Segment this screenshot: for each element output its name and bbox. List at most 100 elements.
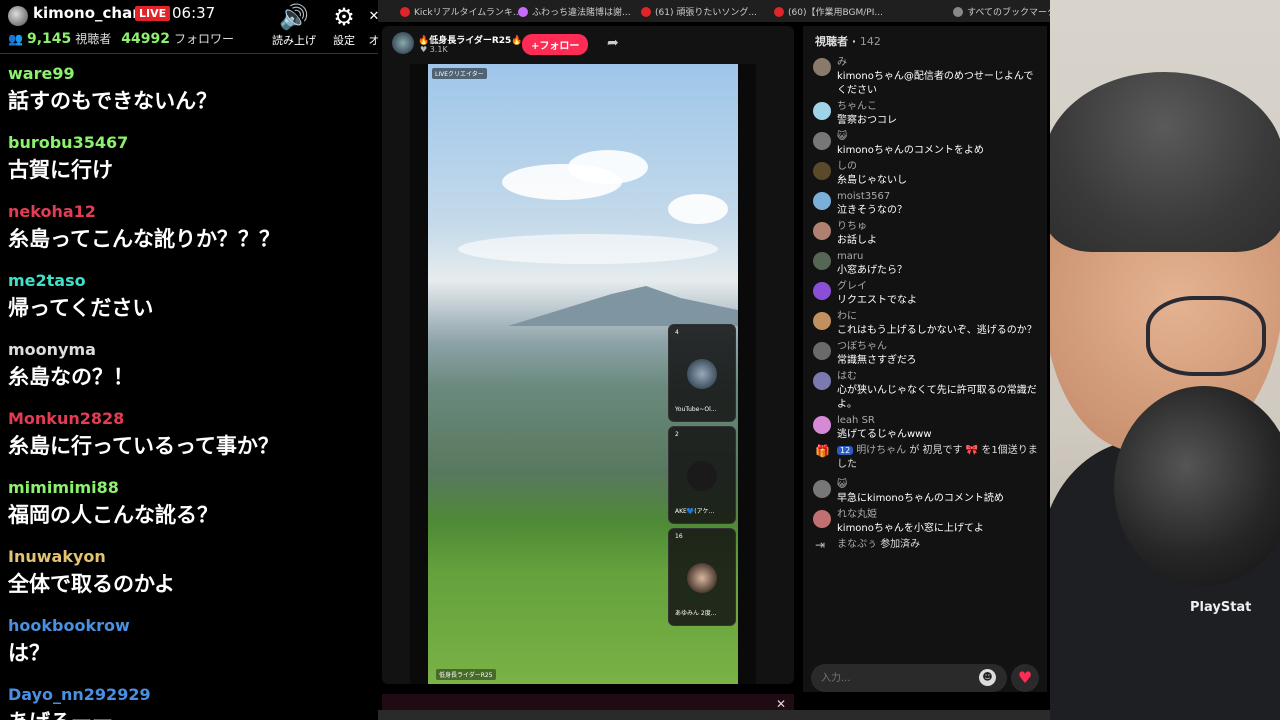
viewer-avatar[interactable] <box>813 58 831 76</box>
viewer-name[interactable]: moist3567 <box>837 190 1043 204</box>
guest-avatar <box>687 461 717 491</box>
followers-count: 44992 <box>121 30 170 47</box>
bookmark-item[interactable]: (61) 頑張りたいソング... <box>641 5 757 18</box>
viewer-avatar[interactable] <box>813 162 831 180</box>
guest-card[interactable]: 2 AKE💙(アケ... <box>668 426 736 524</box>
read-aloud-button[interactable]: 🔊 読み上げ <box>268 2 320 48</box>
viewer-comment: わに これはもう上げるしかないぞ、逃げるのか？ <box>811 310 1043 338</box>
guest-count: 4 <box>675 329 679 336</box>
guest-avatar <box>687 563 717 593</box>
viewer-comment-text: 泣きそうなの？ <box>837 205 907 216</box>
chat-message: nekoha12 糸島ってこんな訛りか？？？ <box>0 200 378 269</box>
gear-icon: ⚙ <box>333 3 355 31</box>
bookmark-item[interactable]: (60)【作業用BGM/PI... <box>774 5 883 18</box>
viewers-label: 視聴者 <box>75 32 112 46</box>
viewer-comment: ちゃんこ 警察おつコレ <box>811 100 1043 128</box>
viewer-name[interactable]: グレイ <box>837 280 1043 294</box>
cloud-2 <box>568 150 648 184</box>
comment-input[interactable] <box>811 664 1007 692</box>
follow-button[interactable]: +フォロー <box>522 34 589 55</box>
viewer-avatar[interactable] <box>813 312 831 330</box>
live-video[interactable]: LIVEクリエイター 低身長ライダーR25 4 YouTube~Ol... 2 … <box>410 64 756 684</box>
chat-message: Dayo_nn292929 あげろーー <box>0 683 378 720</box>
streamer-avatar[interactable] <box>392 32 414 54</box>
chat-text: 帰ってください <box>8 296 154 320</box>
bookmarks-bar: Kickリアルタイムランキ... ふわっち違法賭博は謝... (61) 頑張りたいソ… <box>378 0 1056 22</box>
join-user[interactable]: まなぷぅ <box>837 539 877 550</box>
bookmark-label: ふわっち違法賭博は謝... <box>532 8 631 18</box>
viewer-name[interactable]: りちゅ <box>837 220 1043 234</box>
viewer-avatar[interactable] <box>813 132 831 150</box>
viewer-avatar[interactable] <box>813 480 831 498</box>
chat-message: burobu35467 古賀に行け <box>0 131 378 200</box>
viewer-avatar[interactable] <box>813 416 831 434</box>
extra-label: オ <box>368 34 379 47</box>
chat-username: me2taso <box>8 271 86 290</box>
guest-card[interactable]: 16 あゆみん 2度... <box>668 528 736 626</box>
read-aloud-label: 読み上げ <box>272 34 316 47</box>
chat-username: nekoha12 <box>8 202 96 221</box>
viewer-avatar[interactable] <box>813 372 831 390</box>
viewer-comment-text: お話しよ <box>837 235 877 246</box>
chat-text: 糸島に行っているって事か？ <box>8 434 279 458</box>
viewer-comment-text: kimonoちゃん@配信者のめつせーじよんでください <box>837 71 1034 96</box>
viewer-comment-text: kimonoちゃんを小窓に上げてよ <box>837 523 984 534</box>
viewer-avatar[interactable] <box>813 222 831 240</box>
settings-button[interactable]: ⚙ 設定 <box>318 2 370 48</box>
channel-name: kimono_chan <box>33 4 143 22</box>
browser-bottom-strip <box>378 710 1050 720</box>
viewer-comment-text: 心が狭いんじゃなくて先に許可取るの常識だよ。 <box>837 385 1037 410</box>
viewer-comment: グレイ リクエストでなよ <box>811 280 1043 308</box>
viewer-name[interactable]: ちゃんこ <box>837 100 1043 114</box>
guest-card[interactable]: 4 YouTube~Ol... <box>668 324 736 422</box>
stream-window: 🔥低身長ライダーR25🔥 ♥ 3.1K +フォロー ➦ LIVEクリエイター 低… <box>382 26 794 684</box>
viewer-name[interactable]: 😺 <box>837 478 1043 492</box>
viewer-avatar[interactable] <box>813 192 831 210</box>
viewer-name[interactable]: わに <box>837 310 1043 324</box>
heart-icon[interactable]: ♥ <box>1011 664 1039 692</box>
extra-button[interactable]: ✕ オ <box>364 2 379 48</box>
viewer-comment-text: kimonoちゃんのコメントをよめ <box>837 145 984 156</box>
viewer-name[interactable]: み <box>837 56 1043 70</box>
viewer-name[interactable]: leah SR <box>837 414 1043 428</box>
viewer-comment-text: 逃げてるじゃんwww <box>837 429 932 440</box>
live-creator-tag: LIVEクリエイター <box>432 68 487 79</box>
emoji-icon[interactable]: ☻ <box>979 669 996 686</box>
viewer-comment: 😺 早急にkimonoちゃんのコメント読め <box>811 478 1043 506</box>
gift-user[interactable]: 明けちゃん <box>856 445 906 456</box>
viewer-comment: つぼちゃん 常識無さすぎだろ <box>811 340 1043 368</box>
viewer-name[interactable]: maru <box>837 250 1043 264</box>
viewer-avatar[interactable] <box>813 252 831 270</box>
chat-text: 福岡の人こんな訛る？ <box>8 503 218 527</box>
channel-avatar <box>8 6 28 26</box>
comment-list: み kimonoちゃん@配信者のめつせーじよんでください ちゃんこ 警察おつコレ 😺 ki… <box>811 56 1043 558</box>
bookmark-item[interactable]: ふわっち違法賭博は謝... <box>518 5 631 18</box>
viewer-comment: れな丸姫 kimonoちゃんを小窓に上げてよ <box>811 508 1043 536</box>
viewer-comment: み kimonoちゃん@配信者のめつせーじよんでください <box>811 56 1043 98</box>
close-icon[interactable]: ✕ <box>776 697 786 711</box>
share-icon[interactable]: ➦ <box>607 35 619 51</box>
viewer-avatar[interactable] <box>813 282 831 300</box>
bookmark-item[interactable]: Kickリアルタイムランキ... <box>400 5 521 18</box>
viewer-comment-text: これはもう上げるしかないぞ、逃げるのか？ <box>837 325 1037 336</box>
viewer-avatar[interactable] <box>813 342 831 360</box>
bookmark-favicon-icon <box>953 6 963 17</box>
bookmark-item[interactable]: すべてのブックマーク <box>953 5 1056 18</box>
chat-text: 糸島なの？！ <box>8 365 134 389</box>
viewer-comment-text: 警察おつコレ <box>837 115 897 126</box>
viewer-name[interactable]: つぼちゃん <box>837 340 1043 354</box>
viewer-name[interactable]: しの <box>837 160 1043 174</box>
viewer-name[interactable]: れな丸姫 <box>837 508 1043 522</box>
live-badge: LIVE <box>135 6 171 21</box>
chat-message: hookbookrow は？ <box>0 614 378 683</box>
join-text: 参加済み <box>880 539 921 550</box>
shirt-logo-text: PlayStat <box>1190 600 1252 615</box>
mountain <box>508 286 738 326</box>
viewer-name[interactable]: 😺 <box>837 130 1043 144</box>
speaker-icon: 🔊 <box>279 3 309 31</box>
chat-username: mimimimi88 <box>8 478 119 497</box>
viewer-avatar[interactable] <box>813 510 831 528</box>
viewer-name[interactable]: はむ <box>837 370 1043 384</box>
viewer-avatar[interactable] <box>813 102 831 120</box>
viewer-comment: moist3567 泣きそうなの？ <box>811 190 1043 218</box>
